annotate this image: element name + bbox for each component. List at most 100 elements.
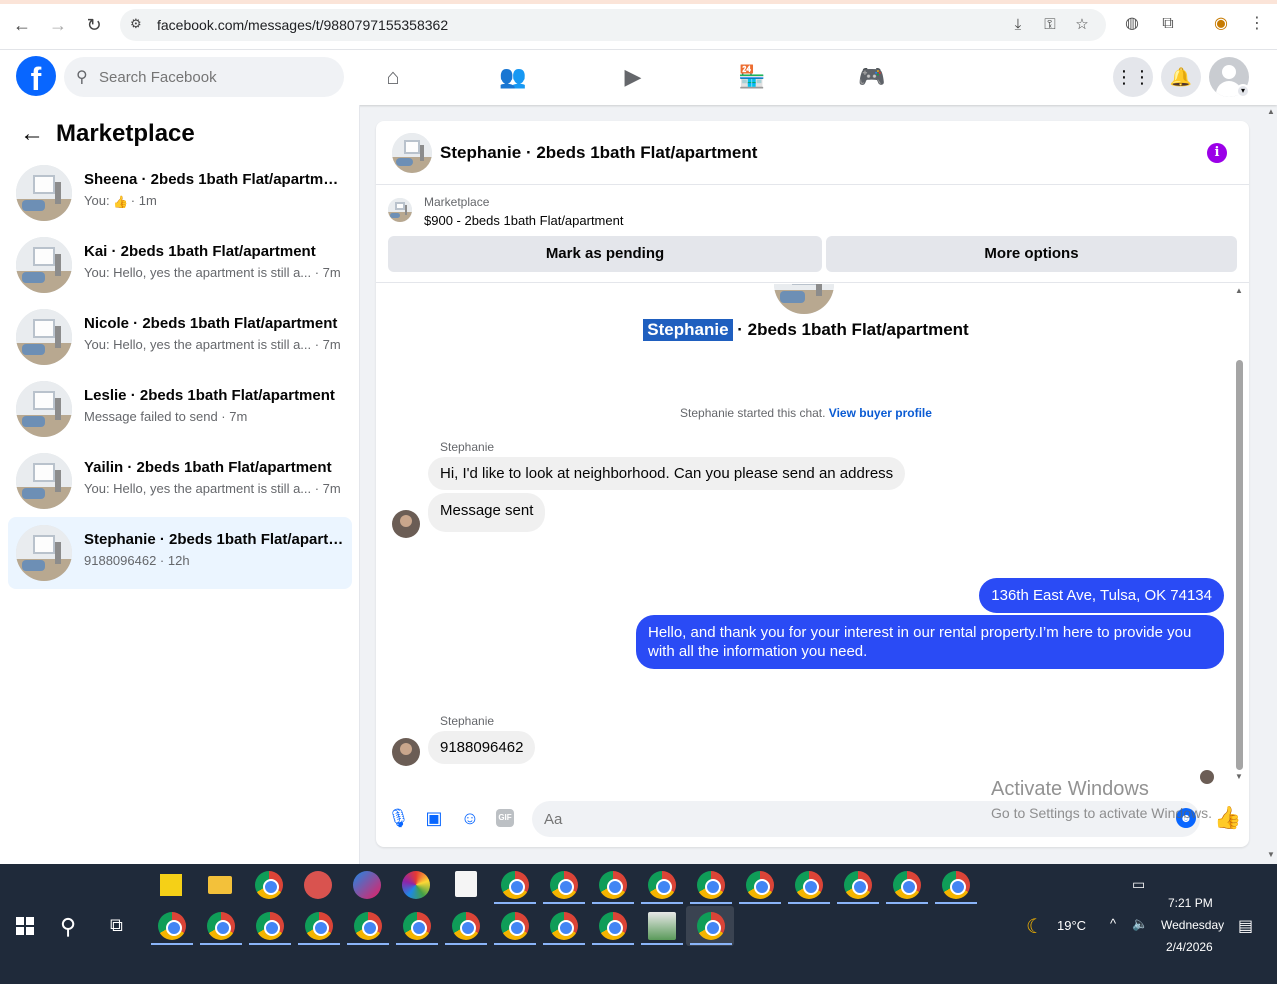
volume-icon[interactable]: 🔈 xyxy=(1132,916,1148,932)
view-buyer-profile-link[interactable]: View buyer profile xyxy=(829,406,932,420)
conversation-item[interactable]: Nicole · 2beds 1bath Flat/apartment You:… xyxy=(8,301,352,373)
menu-kebab-icon[interactable]: ⋮ xyxy=(1246,13,1268,35)
reload-icon[interactable]: ↻ xyxy=(82,13,106,37)
conversation-item-active[interactable]: Stephanie · 2beds 1bath Flat/apartment 9… xyxy=(8,517,352,589)
chevron-down-icon[interactable]: ▾ xyxy=(1236,84,1250,98)
url-text[interactable]: facebook.com/messages/t/9880797155358362 xyxy=(157,17,448,33)
chrome-profile-icon[interactable] xyxy=(452,912,480,940)
page-scroll-down-icon[interactable]: ▼ xyxy=(1267,850,1275,859)
app-icon[interactable] xyxy=(304,871,332,899)
sticky-notes-icon[interactable] xyxy=(160,874,182,896)
chrome-profile-icon[interactable] xyxy=(550,912,578,940)
chrome-profile-icon[interactable] xyxy=(746,871,774,899)
sticker-icon[interactable]: ☺ xyxy=(459,807,481,829)
incoming-message[interactable]: Message sent xyxy=(428,493,546,532)
chrome-profile-icon[interactable] xyxy=(599,871,627,899)
scroll-down-icon[interactable]: ▼ xyxy=(1234,772,1244,782)
back-arrow-icon[interactable]: ← xyxy=(20,119,44,149)
photo-icon[interactable]: ▣ xyxy=(423,807,445,829)
chrome-profile-icon[interactable] xyxy=(256,912,284,940)
chat-avatar[interactable] xyxy=(392,133,432,173)
chat-title[interactable]: Stephanie · 2beds 1bath Flat/apartment xyxy=(440,143,757,163)
document-icon[interactable] xyxy=(455,871,477,897)
weather-temp[interactable]: 19°C xyxy=(1057,918,1086,933)
clock-day[interactable]: Wednesday xyxy=(1161,918,1224,932)
gaming-icon[interactable]: 🎮 xyxy=(857,62,887,92)
home-icon[interactable]: ⌂ xyxy=(378,62,408,92)
page-scrollbar[interactable]: ▲ ▼ xyxy=(1265,105,1277,864)
clock-time[interactable]: 7:21 PM xyxy=(1168,896,1213,910)
task-view-icon[interactable]: ⧉ xyxy=(110,915,123,936)
sender-avatar[interactable] xyxy=(392,738,420,766)
facebook-logo-icon[interactable]: f xyxy=(16,56,56,97)
scroll-up-icon[interactable]: ▲ xyxy=(1234,286,1244,296)
chrome-profile-icon[interactable] xyxy=(501,912,529,940)
chrome-profile-icon[interactable] xyxy=(501,871,529,899)
file-explorer-icon[interactable] xyxy=(208,876,232,894)
windows-start-icon[interactable] xyxy=(16,917,34,935)
conversation-name: Stephanie · 2beds 1bath Flat/apartment xyxy=(84,531,344,548)
translate-icon[interactable]: ◍ xyxy=(1121,13,1143,35)
clock-date[interactable]: 2/4/2026 xyxy=(1166,940,1213,954)
chrome-profile-icon[interactable] xyxy=(354,912,382,940)
conversation-item[interactable]: Sheena · 2beds 1bath Flat/apartment You:… xyxy=(8,157,352,229)
chrome-profile-icon[interactable] xyxy=(942,871,970,899)
key-icon[interactable]: ⚿ xyxy=(1040,15,1060,35)
site-settings-icon[interactable]: ⚙ xyxy=(130,16,146,32)
notification-center-icon[interactable]: ▤ xyxy=(1238,916,1253,936)
bookmark-star-icon[interactable]: ☆ xyxy=(1072,15,1092,35)
video-icon[interactable]: ▶ xyxy=(618,62,648,92)
profile-icon[interactable]: ◉ xyxy=(1210,13,1232,35)
copilot-icon[interactable] xyxy=(353,871,381,899)
chrome-profile-icon[interactable] xyxy=(207,912,235,940)
photos-icon[interactable] xyxy=(402,871,430,899)
more-options-button[interactable]: More options xyxy=(826,236,1237,272)
address-bar[interactable]: ⚙ facebook.com/messages/t/98807971553583… xyxy=(120,9,1106,41)
chrome-profile-icon[interactable] xyxy=(844,871,872,899)
sender-avatar[interactable] xyxy=(392,510,420,538)
chevron-up-icon[interactable]: ^ xyxy=(1110,916,1116,931)
thread-scrollbar[interactable]: ▲ ▼ xyxy=(1233,286,1245,781)
listing-price-title[interactable]: $900 - 2beds 1bath Flat/apartment xyxy=(424,213,623,228)
chrome-profile-icon-active[interactable] xyxy=(697,912,725,940)
chrome-profile-icon[interactable] xyxy=(795,871,823,899)
outgoing-message[interactable]: 136th East Ave, Tulsa, OK 74134 xyxy=(979,578,1224,613)
incoming-message[interactable]: 9188096462 xyxy=(428,731,536,764)
gif-icon[interactable]: GIF xyxy=(496,809,514,827)
chrome-profile-icon[interactable] xyxy=(697,871,725,899)
scrollbar-thumb[interactable] xyxy=(1236,360,1243,770)
install-app-icon[interactable]: ⤓ xyxy=(1008,15,1028,35)
chrome-profile-icon[interactable] xyxy=(550,871,578,899)
outgoing-message[interactable]: Hello, and thank you for your interest i… xyxy=(636,615,1224,669)
conversation-item[interactable]: Leslie · 2beds 1bath Flat/apartment Mess… xyxy=(8,373,352,445)
back-icon[interactable]: ← xyxy=(10,13,34,37)
info-icon[interactable]: i xyxy=(1207,143,1227,163)
image-app-icon[interactable] xyxy=(648,912,676,940)
microphone-icon[interactable]: 🎙 xyxy=(387,807,410,829)
forward-icon[interactable]: → xyxy=(46,13,70,37)
marketplace-icon[interactable]: 🏪 xyxy=(737,62,767,92)
moon-weather-icon[interactable]: ☾ xyxy=(1026,914,1044,939)
notifications-bell-icon[interactable]: 🔔 xyxy=(1161,57,1201,97)
chrome-profile-icon[interactable] xyxy=(599,912,627,940)
page-scroll-up-icon[interactable]: ▲ xyxy=(1267,107,1275,116)
chrome-profile-icon[interactable] xyxy=(648,871,676,899)
conversation-item[interactable]: Kai · 2beds 1bath Flat/apartment You: He… xyxy=(8,229,352,301)
menu-grid-icon[interactable]: ⋮⋮ xyxy=(1113,57,1153,97)
extensions-icon[interactable]: ⧉ xyxy=(1157,13,1179,35)
chrome-icon[interactable] xyxy=(255,871,283,899)
incoming-message[interactable]: Hi, I'd like to look at neighborhood. Ca… xyxy=(428,457,906,490)
thumbs-up-icon[interactable]: 👍 xyxy=(1214,805,1241,831)
taskbar-search-icon[interactable]: ⚲ xyxy=(60,914,76,940)
conversation-item[interactable]: Yailin · 2beds 1bath Flat/apartment You:… xyxy=(8,445,352,517)
listing-thumbnail[interactable] xyxy=(388,198,412,222)
friends-icon[interactable]: 👥 xyxy=(498,62,528,92)
chrome-profile-icon[interactable] xyxy=(893,871,921,899)
network-display-icon[interactable]: ▭ xyxy=(1132,876,1145,893)
chrome-profile-icon[interactable] xyxy=(403,912,431,940)
mark-as-pending-button[interactable]: Mark as pending xyxy=(388,236,822,272)
search-input[interactable] xyxy=(99,57,329,97)
facebook-search[interactable]: ⚲ xyxy=(64,57,344,97)
chrome-profile-icon[interactable] xyxy=(305,912,333,940)
chrome-profile-icon[interactable] xyxy=(158,912,186,940)
